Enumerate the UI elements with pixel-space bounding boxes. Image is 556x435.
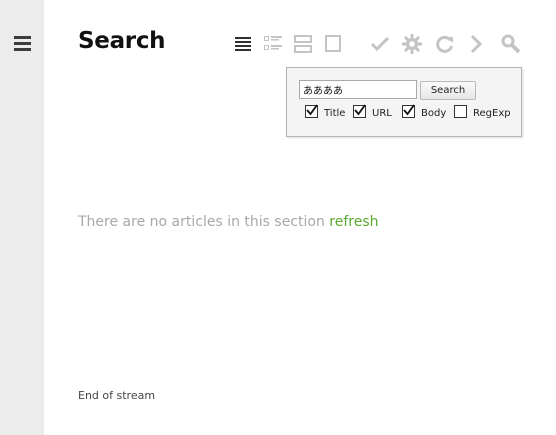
regexp-checkbox[interactable] bbox=[454, 105, 467, 118]
next-arrow-icon[interactable] bbox=[465, 33, 487, 55]
end-of-stream-label: End of stream bbox=[78, 389, 156, 402]
title-checkbox[interactable] bbox=[305, 104, 318, 118]
search-magnifier-icon[interactable] bbox=[500, 33, 522, 55]
search-popup: Search Title URL Body RegExp bbox=[286, 67, 522, 137]
list-view-icon[interactable] bbox=[232, 33, 254, 55]
refresh-link[interactable]: refresh bbox=[329, 214, 378, 230]
search-input[interactable] bbox=[299, 80, 417, 99]
regexp-option-label: RegExp bbox=[473, 108, 511, 119]
settings-gear-icon[interactable] bbox=[401, 33, 423, 55]
url-option-label: URL bbox=[372, 108, 392, 119]
empty-message-text: There are no articles in this section bbox=[78, 214, 325, 230]
body-option-label: Body bbox=[421, 108, 447, 119]
url-checkbox[interactable] bbox=[353, 104, 366, 118]
full-article-view-icon[interactable] bbox=[322, 33, 344, 55]
page-title: Search bbox=[78, 28, 166, 54]
expanded-view-icon[interactable] bbox=[292, 33, 314, 55]
refresh-icon[interactable] bbox=[434, 33, 456, 55]
mark-read-icon[interactable] bbox=[369, 33, 391, 55]
body-checkbox[interactable] bbox=[402, 104, 415, 118]
title-option-label: Title bbox=[324, 108, 346, 119]
detailed-list-view-icon[interactable] bbox=[262, 33, 284, 55]
empty-message: There are no articles in this section re… bbox=[78, 214, 379, 230]
hamburger-menu-icon[interactable] bbox=[14, 35, 31, 52]
sidebar bbox=[0, 0, 44, 435]
search-button[interactable]: Search bbox=[420, 81, 476, 100]
